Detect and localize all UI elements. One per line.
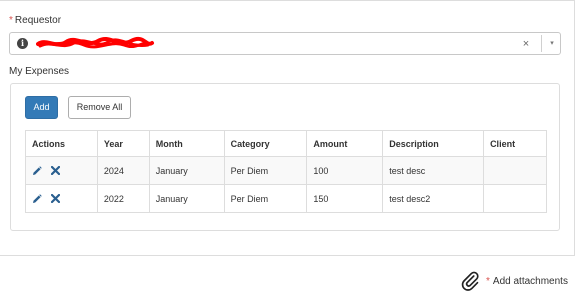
client-cell: [483, 184, 547, 213]
table-header-row: Actions Year Month Category Amount Descr…: [25, 130, 547, 157]
requestor-label: * Requestor: [9, 15, 61, 26]
year-cell: 2024: [96, 156, 150, 185]
category-cell: Per Diem: [223, 156, 308, 185]
col-header-actions: Actions: [25, 130, 98, 157]
add-attachments-label: Add attachments: [492, 275, 568, 287]
chevron-down-icon[interactable]: ▾: [547, 38, 557, 50]
required-marker: *: [486, 275, 490, 287]
delete-icon[interactable]: [50, 194, 60, 204]
actions-cell: [25, 184, 98, 213]
col-header-month: Month: [148, 130, 225, 157]
select-separator: [541, 35, 542, 52]
requestor-label-text: Requestor: [14, 15, 62, 26]
paperclip-icon: [461, 271, 479, 291]
col-header-client: Client: [483, 130, 547, 157]
description-cell: test desc: [382, 156, 485, 185]
amount-cell: 150: [306, 184, 384, 213]
clear-icon[interactable]: ×: [520, 37, 532, 51]
category-cell: Per Diem: [223, 184, 308, 213]
requestor-select[interactable]: i × ▾: [9, 32, 561, 55]
month-cell: January: [148, 184, 225, 213]
add-button[interactable]: Add: [25, 96, 58, 119]
expenses-table: Actions Year Month Category Amount Descr…: [25, 130, 547, 213]
actions-cell: [25, 156, 98, 185]
add-attachments-link[interactable]: * Add attachments: [460, 271, 568, 291]
remove-all-button[interactable]: Remove All: [68, 96, 131, 119]
col-header-amount: Amount: [306, 130, 384, 157]
edit-icon[interactable]: [32, 166, 42, 176]
col-header-category: Category: [223, 130, 308, 157]
col-header-description: Description: [382, 130, 485, 157]
col-header-year: Year: [96, 130, 150, 157]
info-icon: i: [17, 38, 28, 49]
delete-icon[interactable]: [50, 166, 60, 176]
table-row: 2022 January Per Diem 150 test desc2: [25, 184, 547, 213]
expenses-panel: Add Remove All Actions Year Month Catego…: [10, 83, 560, 231]
description-cell: test desc2: [382, 184, 485, 213]
my-expenses-label: My Expenses: [9, 66, 70, 77]
required-marker: *: [9, 15, 13, 26]
client-cell: [483, 156, 547, 185]
year-cell: 2022: [96, 184, 150, 213]
redacted-name: [36, 36, 154, 49]
month-cell: January: [148, 156, 225, 185]
amount-cell: 100: [306, 156, 384, 185]
edit-icon[interactable]: [32, 194, 42, 204]
table-row: 2024 January Per Diem 100 test desc: [25, 156, 547, 185]
